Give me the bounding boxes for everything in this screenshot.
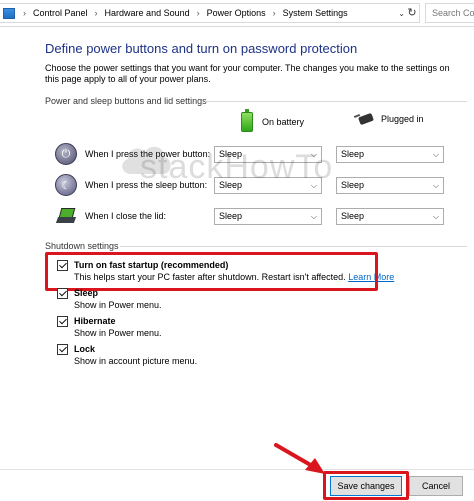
lid-plugged-select[interactable]: Sleep ⌵ [336, 208, 444, 225]
page-description: Choose the power settings that you want … [45, 63, 450, 84]
breadcrumb-power-options[interactable]: Power Options [207, 8, 266, 18]
column-label-plugged: Plugged in [381, 114, 424, 124]
sleep-title: Sleep [74, 288, 99, 298]
hibernate-option: Hibernate Show in Power menu. [57, 315, 162, 339]
breadcrumb-system-settings[interactable]: System Settings [283, 8, 348, 18]
power-icon: ⏻ [55, 143, 77, 165]
sleep-button-plugged-select[interactable]: Sleep ⌵ [336, 177, 444, 194]
power-button-plugged-select[interactable]: Sleep ⌵ [336, 146, 444, 163]
breadcrumb[interactable]: › Control Panel › Hardware and Sound › P… [0, 3, 420, 23]
page-title: Define power buttons and turn on passwor… [45, 41, 358, 56]
chevron-down-icon: ⌵ [310, 212, 317, 221]
cancel-button[interactable]: Cancel [409, 476, 463, 496]
chevron-down-icon[interactable]: ⌄ [398, 9, 405, 18]
chevron-down-icon: ⌵ [432, 181, 439, 190]
sleep-checkbox[interactable] [57, 288, 68, 299]
chevron-down-icon: ⌵ [432, 212, 439, 221]
select-value: Sleep [341, 211, 365, 221]
section-label-power: Power and sleep buttons and lid settings [45, 96, 207, 106]
section-label-shutdown: Shutdown settings [45, 241, 119, 251]
sleep-moon-icon: ☾ [55, 174, 77, 196]
plug-icon [353, 112, 375, 126]
hibernate-title: Hibernate [74, 316, 116, 326]
lock-title: Lock [74, 344, 96, 354]
refresh-icon[interactable]: ↻ [405, 4, 419, 22]
laptop-lid-icon [55, 206, 77, 226]
column-label-battery: On battery [262, 117, 305, 127]
sleep-option: Sleep Show in Power menu. [57, 287, 162, 311]
section-divider [120, 246, 467, 247]
lid-row: When I close the lid: [55, 206, 166, 226]
lid-label: When I close the lid: [85, 211, 167, 221]
address-bar: › Control Panel › Hardware and Sound › P… [0, 0, 474, 27]
chevron-right-icon[interactable]: › [23, 8, 26, 18]
select-value: Sleep [341, 149, 365, 159]
sleep-desc: Show in Power menu. [74, 300, 162, 310]
chevron-down-icon: ⌵ [432, 150, 439, 159]
column-header-plugged: Plugged in [353, 112, 424, 126]
select-value: Sleep [219, 211, 243, 221]
breadcrumb-hardware-and-sound[interactable]: Hardware and Sound [105, 8, 190, 18]
highlight-box [323, 471, 409, 500]
section-divider [205, 101, 467, 102]
column-header-battery: On battery [241, 109, 305, 132]
select-value: Sleep [341, 180, 365, 190]
control-panel-icon [3, 7, 15, 19]
lock-desc: Show in account picture menu. [74, 356, 198, 366]
breadcrumb-control-panel[interactable]: Control Panel [33, 8, 88, 18]
watermark: stackHowTo [140, 148, 334, 186]
footer-divider [0, 469, 474, 470]
lock-checkbox[interactable] [57, 344, 68, 355]
search-input[interactable]: Search Co [425, 3, 474, 23]
hibernate-checkbox[interactable] [57, 316, 68, 327]
lock-option: Lock Show in account picture menu. [57, 343, 197, 367]
hibernate-desc: Show in Power menu. [74, 328, 162, 338]
highlight-box [45, 252, 378, 291]
chevron-right-icon[interactable]: › [95, 8, 98, 18]
battery-icon [241, 109, 253, 132]
lid-battery-select[interactable]: Sleep ⌵ [214, 208, 322, 225]
chevron-right-icon[interactable]: › [273, 8, 276, 18]
chevron-right-icon[interactable]: › [197, 8, 200, 18]
